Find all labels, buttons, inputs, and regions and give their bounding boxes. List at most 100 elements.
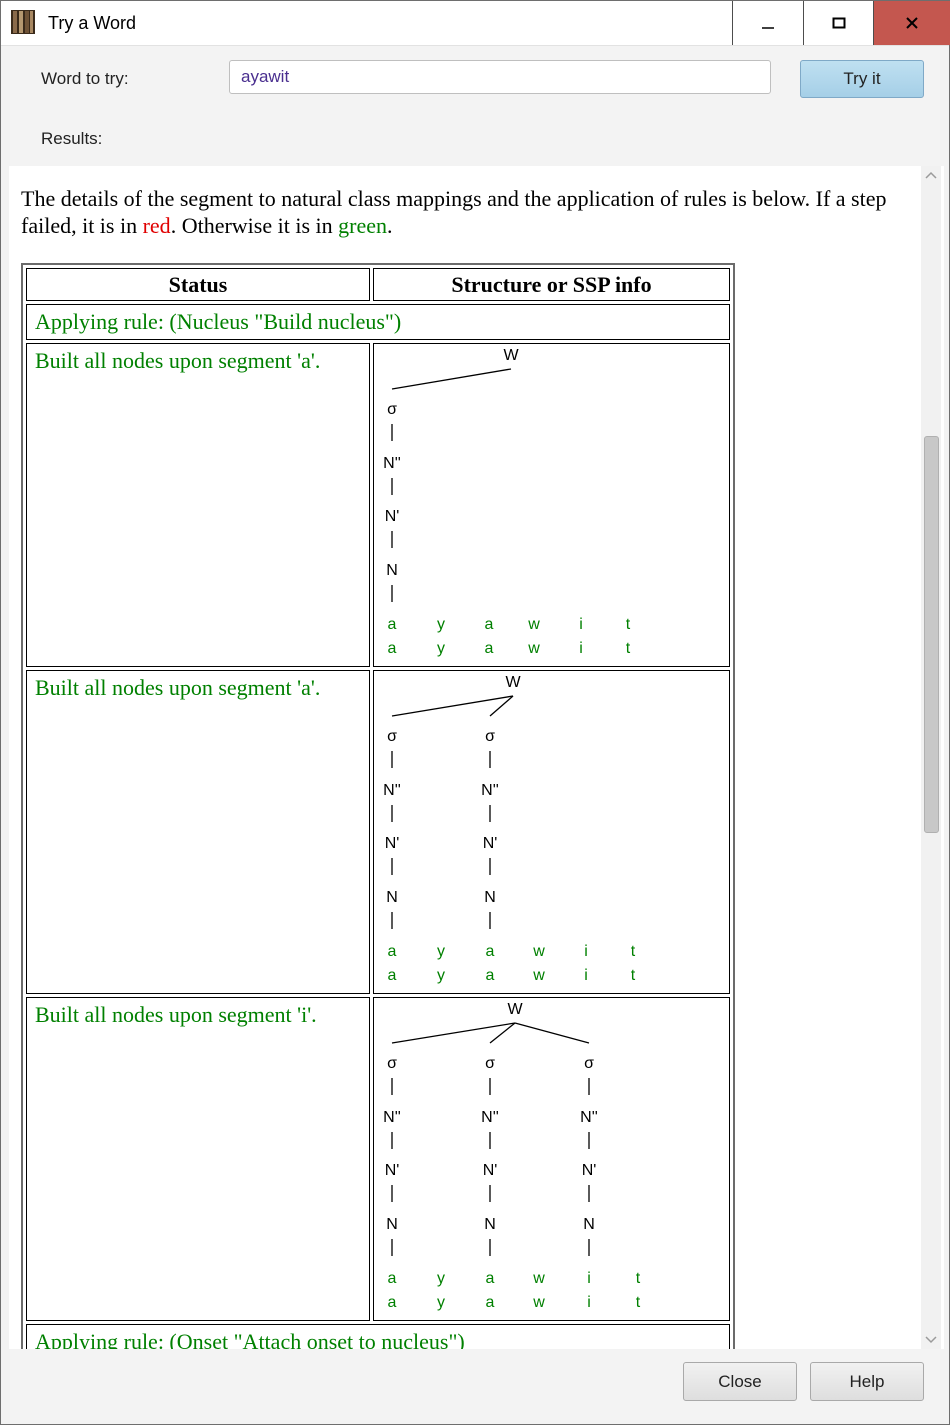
tree-node-label: σ (387, 728, 397, 745)
close-icon (906, 17, 918, 29)
status-header: Status (26, 268, 370, 301)
word-input[interactable] (229, 60, 771, 94)
minimize-icon (762, 27, 774, 29)
segment-label: a (388, 640, 397, 657)
segment-label: a (486, 943, 495, 960)
results-pane[interactable]: The details of the segment to natural cl… (9, 166, 944, 1349)
segment-label: w (527, 640, 540, 657)
tree-branch (514, 1022, 590, 1044)
results-label: Results: (41, 129, 103, 148)
maximize-button[interactable] (803, 1, 874, 45)
tree-node-label: σ (387, 1055, 397, 1072)
rule-cell-onset: Applying rule: (Onset "Attach onset to n… (26, 1324, 730, 1349)
structure-cell: Wσ N'' N' Nσ N'' N' Nσ N'' N' Na y a w i t a y a w i t (373, 997, 730, 1321)
tree-node-label: σ (485, 728, 495, 745)
segment-label: a (388, 967, 397, 984)
segment-label: y (437, 1294, 445, 1311)
tree-node-label: N'' (383, 782, 401, 799)
table-row: Built all nodes upon segment 'a'. Wσ N'' N… (26, 670, 730, 994)
segment-label: a (485, 616, 494, 633)
tree-branch (391, 368, 512, 390)
try-a-word-window: Try a Word Word to try: Try it Results: … (0, 0, 950, 1425)
syllable-tree-3: Wσ N'' N' Nσ N'' N' Nσ N'' N' Na y a w i t a y a w i t (383, 1001, 641, 1311)
segment-label: t (636, 1294, 641, 1311)
segment-label: i (579, 640, 583, 657)
segment-label: a (486, 1270, 495, 1287)
segment-label: a (388, 1294, 397, 1311)
tree-node-label: N' (483, 1162, 498, 1179)
structure-cell: Wσ N'' N' Na y a w i t a y a w i t (373, 343, 730, 667)
table-row: Built all nodes upon segment 'i'. Wσ N'' N… (26, 997, 730, 1321)
segment-label: i (587, 1294, 591, 1311)
segment-label: y (437, 640, 445, 657)
close-button[interactable]: Close (683, 1362, 797, 1401)
try-it-button[interactable]: Try it (800, 60, 924, 98)
segment-label: y (437, 1270, 445, 1287)
scrollbar-thumb[interactable] (924, 436, 939, 833)
scroll-up-icon[interactable] (925, 170, 937, 180)
segment-label: w (532, 943, 545, 960)
tree-node-label: N (583, 1216, 595, 1233)
segment-label: w (532, 1294, 545, 1311)
intro-green-word: green (338, 213, 387, 238)
segment-label: i (584, 943, 588, 960)
minimize-button[interactable] (732, 1, 803, 45)
maximize-icon (832, 17, 846, 29)
intro-text: The details of the segment to natural cl… (21, 185, 916, 239)
tree-node-label: σ (387, 401, 397, 418)
help-button[interactable]: Help (810, 1362, 924, 1401)
vertical-scrollbar[interactable] (921, 166, 941, 1349)
tree-node-label: N (484, 1216, 496, 1233)
tree-node-label: N (386, 1216, 398, 1233)
tree-node-label: N'' (481, 782, 499, 799)
segment-label: t (631, 967, 636, 984)
tree-node-label: N (484, 889, 496, 906)
rule-row: Applying rule: (Onset "Attach onset to n… (26, 1324, 730, 1349)
tree-node-label: σ (584, 1055, 594, 1072)
book-icon (11, 10, 35, 34)
tree-node-label: N' (483, 835, 498, 852)
status-cell: Built all nodes upon segment 'i'. (26, 997, 370, 1321)
segment-label: a (486, 1294, 495, 1311)
segment-label: t (626, 616, 631, 633)
syllable-tree-2: Wσ N'' N' Nσ N'' N' Na y a w i t a y a w i t (383, 674, 636, 984)
segment-label: w (532, 1270, 545, 1287)
segment-label: t (626, 640, 631, 657)
segment-label: a (388, 943, 397, 960)
segment-label: a (485, 640, 494, 657)
title-bar: Try a Word (1, 1, 950, 46)
structure-cell: Wσ N'' N' Nσ N'' N' Na y a w i t a y a w i t (373, 670, 730, 994)
rule-row: Applying rule: (Nucleus "Build nucleus") (26, 304, 730, 340)
segment-label: w (527, 616, 540, 633)
segment-label: i (587, 1270, 591, 1287)
status-cell: Built all nodes upon segment 'a'. (26, 670, 370, 994)
table-header-row: Status Structure or SSP info (26, 268, 730, 301)
segment-label: a (486, 967, 495, 984)
intro-red-word: red (142, 213, 171, 238)
rules-table: Status Structure or SSP info Applying ru… (21, 263, 735, 1349)
segment-label: t (636, 1270, 641, 1287)
scroll-down-icon[interactable] (925, 1335, 937, 1345)
segment-label: a (388, 616, 397, 633)
tree-node-label: N (386, 889, 398, 906)
tree-node-label: N' (385, 835, 400, 852)
tree-node-label: N (386, 562, 398, 579)
tree-node-label: N' (385, 508, 400, 525)
tree-node-label: N'' (383, 455, 401, 472)
structure-header: Structure or SSP info (373, 268, 730, 301)
tree-node-label: N'' (580, 1109, 598, 1126)
close-window-button[interactable] (873, 1, 950, 45)
tree-root-label: W (505, 674, 521, 691)
intro-part-3: . (386, 213, 393, 238)
segment-label: i (579, 616, 583, 633)
tree-root-label: W (507, 1001, 523, 1018)
tree-branch (391, 1022, 516, 1044)
tree-root-label: W (503, 347, 519, 364)
status-cell: Built all nodes upon segment 'a'. (26, 343, 370, 667)
segment-label: y (437, 967, 445, 984)
intro-part-2: . Otherwise it is in (170, 213, 339, 238)
tree-node-label: N'' (481, 1109, 499, 1126)
word-to-try-label: Word to try: (41, 69, 129, 88)
segment-label: y (437, 616, 445, 633)
segment-label: i (584, 967, 588, 984)
